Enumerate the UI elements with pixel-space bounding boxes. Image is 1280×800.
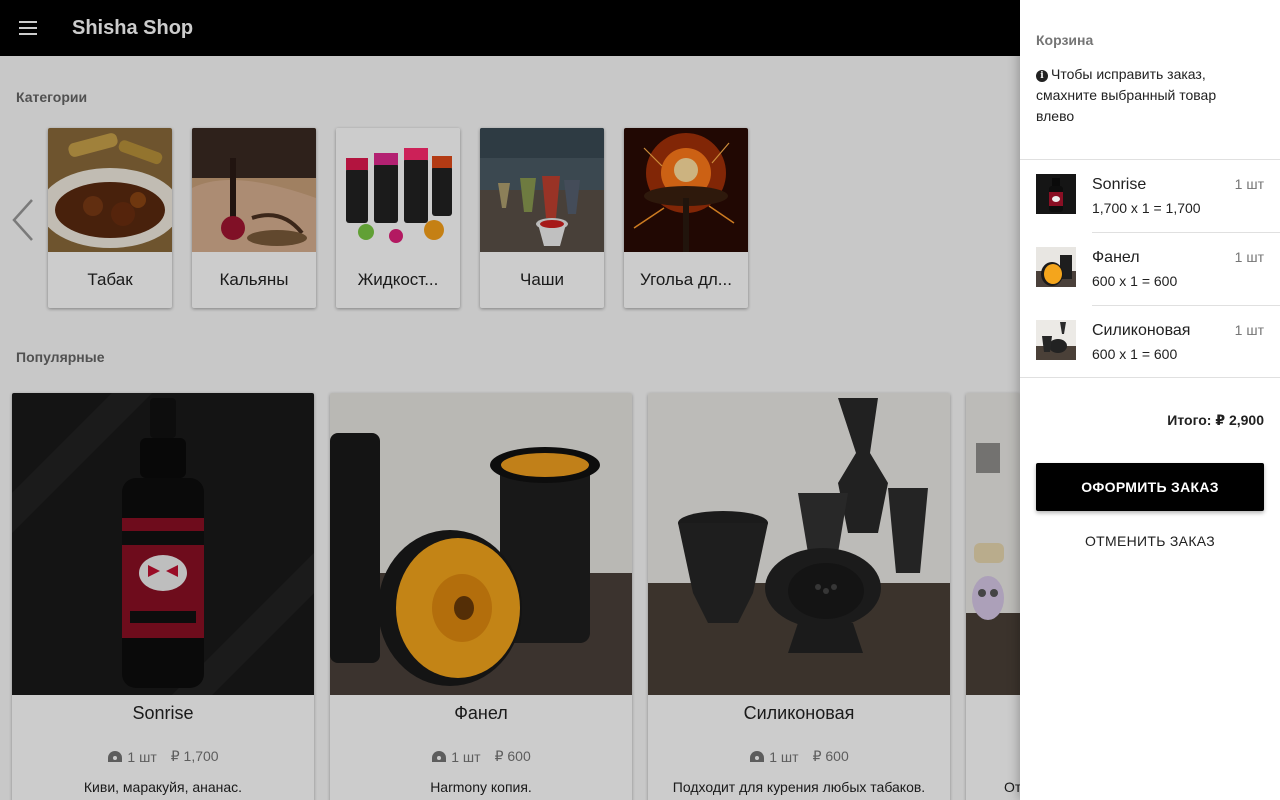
cart-item-calc: 600 x 1 = 600 [1092, 346, 1178, 362]
cart-drawer: Корзина i Чтобы исправить заказ, смахните… [1020, 0, 1280, 800]
cart-item-thumbnail [1036, 174, 1076, 214]
cart-item-qty: 1 шт [1234, 249, 1264, 265]
cart-item-thumbnail [1036, 247, 1076, 287]
cart-item-name: Sonrise [1092, 176, 1147, 193]
cart-item-calc: 600 x 1 = 600 [1092, 273, 1178, 289]
cart-title: Корзина [1036, 32, 1094, 48]
divider [1020, 377, 1280, 378]
checkout-button[interactable]: ОФОРМИТЬ ЗАКАЗ [1036, 463, 1264, 511]
cart-item-qty: 1 шт [1234, 176, 1264, 192]
cart-hint-text: Чтобы исправить заказ, смахните выбранны… [1036, 66, 1217, 124]
cart-total: Итого: ₽ 2,900 [1167, 412, 1264, 428]
cart-hint: i Чтобы исправить заказ, смахните выбранн… [1036, 64, 1256, 127]
cart-item-name: Силиконовая [1092, 322, 1191, 339]
cart-item[interactable]: Силиконовая 600 x 1 = 600 1 шт [1020, 306, 1280, 378]
info-icon: i [1036, 70, 1048, 82]
cart-item-qty: 1 шт [1234, 322, 1264, 338]
cart-item-thumbnail [1036, 320, 1076, 360]
cart-item-name: Фанел [1092, 249, 1140, 266]
cart-item[interactable]: Фанел 600 x 1 = 600 1 шт [1020, 233, 1280, 305]
cart-item[interactable]: Sonrise 1,700 x 1 = 1,700 1 шт [1020, 160, 1280, 232]
cancel-order-button[interactable]: ОТМЕНИТЬ ЗАКАЗ [1036, 517, 1264, 565]
cart-item-calc: 1,700 x 1 = 1,700 [1092, 200, 1201, 216]
